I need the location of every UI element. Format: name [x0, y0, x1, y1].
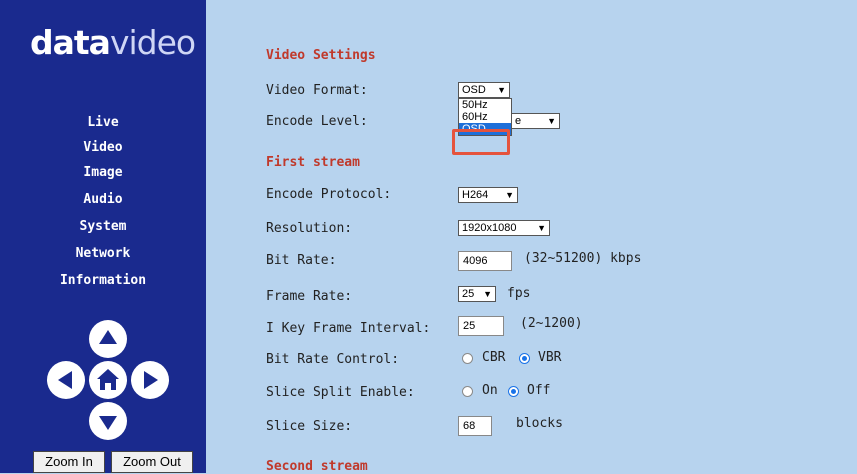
nav-item-live[interactable]: Live: [0, 115, 206, 130]
nav-item-video[interactable]: Video: [0, 140, 206, 155]
video-format-select[interactable]: OSD ▼: [458, 82, 510, 98]
chevron-down-icon: ▼: [505, 190, 514, 200]
frame-rate-label: Frame Rate:: [266, 289, 353, 304]
key-frame-interval-range: (2~1200): [520, 316, 583, 331]
osd-option-highlight-box: [452, 129, 510, 155]
logo-bold-text: data: [30, 23, 111, 62]
bit-rate-input[interactable]: 4096: [458, 251, 512, 271]
zoom-in-button[interactable]: Zoom In: [33, 451, 105, 473]
key-frame-interval-input[interactable]: 25: [458, 316, 504, 336]
zoom-out-button[interactable]: Zoom Out: [111, 451, 193, 473]
arrow-left-icon[interactable]: [47, 361, 85, 399]
video-format-value: OSD: [462, 84, 486, 96]
sidebar: datavideo Live Video Image Audio System …: [0, 0, 206, 473]
bit-rate-label: Bit Rate:: [266, 253, 337, 268]
encode-level-value: e: [515, 115, 522, 127]
key-frame-interval-label: I Key Frame Interval:: [266, 321, 431, 336]
arrow-down-icon[interactable]: [89, 402, 127, 440]
slice-split-off-label: Off: [527, 383, 551, 398]
option-50hz[interactable]: 50Hz: [459, 99, 511, 111]
frame-rate-select[interactable]: 25 ▼: [458, 286, 496, 302]
arrow-right-icon[interactable]: [131, 361, 169, 399]
chevron-down-icon: ▼: [497, 85, 506, 95]
video-format-label: Video Format:: [266, 83, 368, 98]
arrow-up-icon[interactable]: [89, 320, 127, 358]
encode-protocol-value: H264: [462, 189, 489, 201]
settings-panel: Video Settings Video Format: OSD ▼ Encode…: [206, 0, 857, 474]
slice-size-input[interactable]: 68: [458, 416, 492, 436]
option-60hz[interactable]: 60Hz: [459, 111, 511, 123]
resolution-select[interactable]: 1920x1080 ▼: [458, 220, 550, 236]
resolution-label: Resolution:: [266, 221, 353, 236]
slice-split-label: Slice Split Enable:: [266, 385, 415, 400]
vbr-radio[interactable]: [519, 353, 530, 364]
nav-item-audio[interactable]: Audio: [0, 192, 206, 207]
frame-rate-value: 25: [462, 288, 475, 300]
chevron-down-icon: ▼: [547, 116, 556, 126]
encode-protocol-select[interactable]: H264 ▼: [458, 187, 518, 203]
nav-item-system[interactable]: System: [0, 219, 206, 234]
chevron-down-icon: ▼: [537, 223, 546, 233]
nav-item-network[interactable]: Network: [0, 246, 206, 261]
slice-size-label: Slice Size:: [266, 419, 353, 434]
section-first-stream: First stream: [266, 155, 360, 170]
home-icon[interactable]: [89, 361, 127, 399]
nav-item-information[interactable]: Information: [0, 273, 206, 288]
vbr-radio-label: VBR: [538, 350, 562, 365]
frame-rate-unit: fps: [507, 286, 531, 301]
datavideo-logo: datavideo: [30, 23, 196, 62]
cbr-radio-label: CBR: [482, 350, 506, 365]
section-second-stream: Second stream: [266, 459, 368, 474]
bit-rate-control-label: Bit Rate Control:: [266, 352, 400, 367]
bit-rate-range: (32~51200) kbps: [524, 251, 642, 266]
nav-item-image[interactable]: Image: [0, 165, 206, 180]
slice-split-on-label: On: [482, 383, 498, 398]
cbr-radio[interactable]: [462, 353, 473, 364]
logo-thin-text: video: [109, 23, 196, 62]
slice-split-on-radio[interactable]: [462, 386, 473, 397]
section-video-settings: Video Settings: [266, 48, 376, 63]
encode-level-label: Encode Level:: [266, 114, 368, 129]
chevron-down-icon: ▼: [483, 289, 492, 299]
encode-protocol-label: Encode Protocol:: [266, 187, 392, 202]
slice-split-off-radio[interactable]: [508, 386, 519, 397]
slice-size-unit: blocks: [516, 416, 563, 431]
resolution-value: 1920x1080: [462, 222, 517, 234]
